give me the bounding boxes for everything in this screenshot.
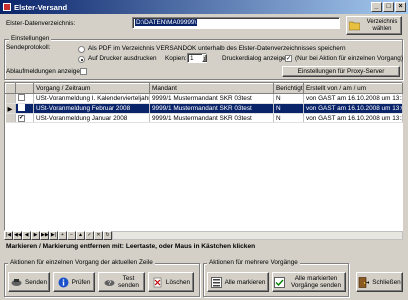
maximize-button[interactable]: □ [383,2,394,12]
test-send-icon: ? [104,277,115,288]
cell-erstellt: von GAST am 16.10.2008 um 13:09:33 U [303,103,403,114]
row-mark-cell[interactable]: ✓ [15,113,34,123]
alle-senden-label: Alle markierten Vorgänge senden [290,275,342,289]
alle-markieren-button[interactable]: Alle markieren [207,272,269,292]
col-erstellt[interactable]: Erstellt von / am / um [303,83,403,94]
kopien-label: Kopien: [165,55,187,62]
radio-print[interactable] [78,56,85,63]
cell-vorgang: USt-Voranmeldung I. Kalendervierteljahr … [33,93,150,104]
cell-berichtigt: N [273,93,304,104]
info-icon [58,277,69,288]
cell-mandant: 9999/1 Mustermandant SKR 03test [149,113,274,123]
nav-delete-button[interactable]: − [67,231,76,240]
nav-next-button[interactable]: ▶ [31,231,40,240]
col-mark [15,83,34,94]
select-all-icon [210,276,222,288]
status-hint: Markieren / Markierung entfernen mit: Le… [4,240,403,252]
kopien-spinner[interactable]: ⇕ [202,54,207,62]
test-senden-button[interactable]: ? Test senden [98,272,145,292]
senden-label: Senden [24,278,48,286]
col-mandant[interactable]: Mandant [149,83,274,94]
cell-erstellt: von GAST am 16.10.2008 um 13:10:24 U [303,93,403,104]
dir-label: Elster-Datenverzeichnis: [6,20,76,27]
row-checkbox[interactable] [18,94,25,101]
col-vorgang[interactable]: Vorgang / Zeitraum [33,83,150,94]
table-row-selected[interactable]: ▶ USt-Voranmeldung Februar 2008 9999/1 M… [5,103,403,114]
close-window-button[interactable]: × [395,2,406,12]
row-indicator [5,113,16,123]
horizontal-scrollbar[interactable] [112,231,403,240]
druckerdialog-note: (Nur bei Aktion für einzelnen Vorgang) [295,55,403,62]
sendeprotokoll-label: Sendeprotokoll: [6,44,51,51]
cell-vorgang: USt-Voranmeldung Januar 2008 [33,113,150,123]
folder-icon [348,20,361,31]
vorgaenge-table[interactable]: Vorgang / Zeitraum Mandant Berichtigt Er… [4,82,403,231]
app-icon [3,3,11,11]
radio-pdf-label: Als PDF im Verzeichnis VERSANDOK unterha… [88,45,346,52]
kopien-value: 1 [190,54,194,62]
pruefen-button[interactable]: Prüfen [53,272,95,292]
schliessen-button[interactable]: Schließen [356,272,403,292]
delete-icon [152,277,163,288]
row-indicator: ▶ [5,103,16,114]
loeschen-label: Löschen [165,278,191,286]
multi-actions-legend: Aktionen für mehrere Vorgänge [207,259,300,266]
druckerdialog-label: Druckerdialog anzeigen: [222,55,291,62]
dir-value: D:\DATEN\MA09999\ [135,19,198,26]
cell-mandant: 9999/1 Mustermandant SKR 03test [149,93,274,104]
row-indicator [5,93,16,104]
nav-first-button[interactable]: |◀ [4,231,13,240]
nav-prior-page-button[interactable]: ◀◀ [13,231,22,240]
nav-prior-button[interactable]: ◀ [22,231,31,240]
radio-pdf[interactable] [78,46,85,53]
single-actions-legend: Aktionen für einzelnen Vorgang der aktue… [8,259,155,266]
nav-edit-button[interactable]: ▲ [76,231,85,240]
alle-senden-button[interactable]: Alle markierten Vorgänge senden [272,272,346,292]
cell-erstellt: von GAST am 16.10.2008 um 13:10:14 U [303,113,403,123]
table-row[interactable]: USt-Voranmeldung I. Kalendervierteljahr … [5,93,403,104]
cell-berichtigt: N [273,103,304,114]
cell-vorgang: USt-Voranmeldung Februar 2008 [33,103,150,114]
test-senden-label: Test senden [118,275,139,289]
vorgaenge-grid: Vorgang / Zeitraum Mandant Berichtigt Er… [5,83,403,123]
row-mark-cell[interactable] [15,93,34,104]
nav-post-button[interactable]: ✓ [85,231,94,240]
cell-berichtigt: N [273,113,304,123]
choose-dir-label: Verzeichnis wählen [366,18,398,32]
nav-last-button[interactable]: ▶| [49,231,58,240]
row-checkbox[interactable] [18,104,25,111]
spinner-icon: ⇕ [202,55,207,61]
nav-insert-button[interactable]: + [58,231,67,240]
dir-field[interactable]: D:\DATEN\MA09999\ [132,17,340,29]
row-checkbox[interactable]: ✓ [18,115,25,122]
druckerdialog-checkbox[interactable]: ✓ [285,55,292,62]
loeschen-button[interactable]: Löschen [148,272,194,292]
pruefen-label: Prüfen [71,278,91,286]
ablauf-label: Ablaufmeldungen anzeigen: [6,68,86,75]
cell-mandant: 9999/1 Mustermandant SKR 03test [149,103,274,114]
senden-button[interactable]: Senden [8,272,50,292]
proxy-settings-button[interactable]: Einstellungen für Proxy-Server [282,66,400,77]
radio-print-label: Auf Drucker ausdrucken [88,55,157,62]
choose-dir-button[interactable]: Verzeichnis wählen [346,16,402,35]
col-berichtigt[interactable]: Berichtigt [273,83,304,94]
ablauf-checkbox[interactable] [80,68,87,75]
alle-markieren-label: Alle markieren [224,278,266,286]
nav-next-page-button[interactable]: ▶▶ [40,231,49,240]
window-title: Elster-Versand [14,2,68,12]
title-bar: Elster-Versand _ □ × [0,0,408,14]
schliessen-label: Schließen [372,278,401,286]
exit-door-icon [358,276,370,288]
grid-navigator: |◀ ◀◀ ◀ ▶ ▶▶ ▶| + − ▲ ✓ ✕ ↻ [4,231,403,240]
col-indicator [5,83,16,94]
settings-legend: Einstellungen [9,35,52,42]
nav-cancel-button[interactable]: ✕ [94,231,103,240]
minimize-button[interactable]: _ [371,2,382,12]
send-all-icon [274,276,285,288]
nav-refresh-button[interactable]: ↻ [103,231,112,240]
row-mark-cell[interactable] [15,103,34,114]
table-row[interactable]: ✓ USt-Voranmeldung Januar 2008 9999/1 Mu… [5,113,403,123]
send-icon [11,277,22,288]
